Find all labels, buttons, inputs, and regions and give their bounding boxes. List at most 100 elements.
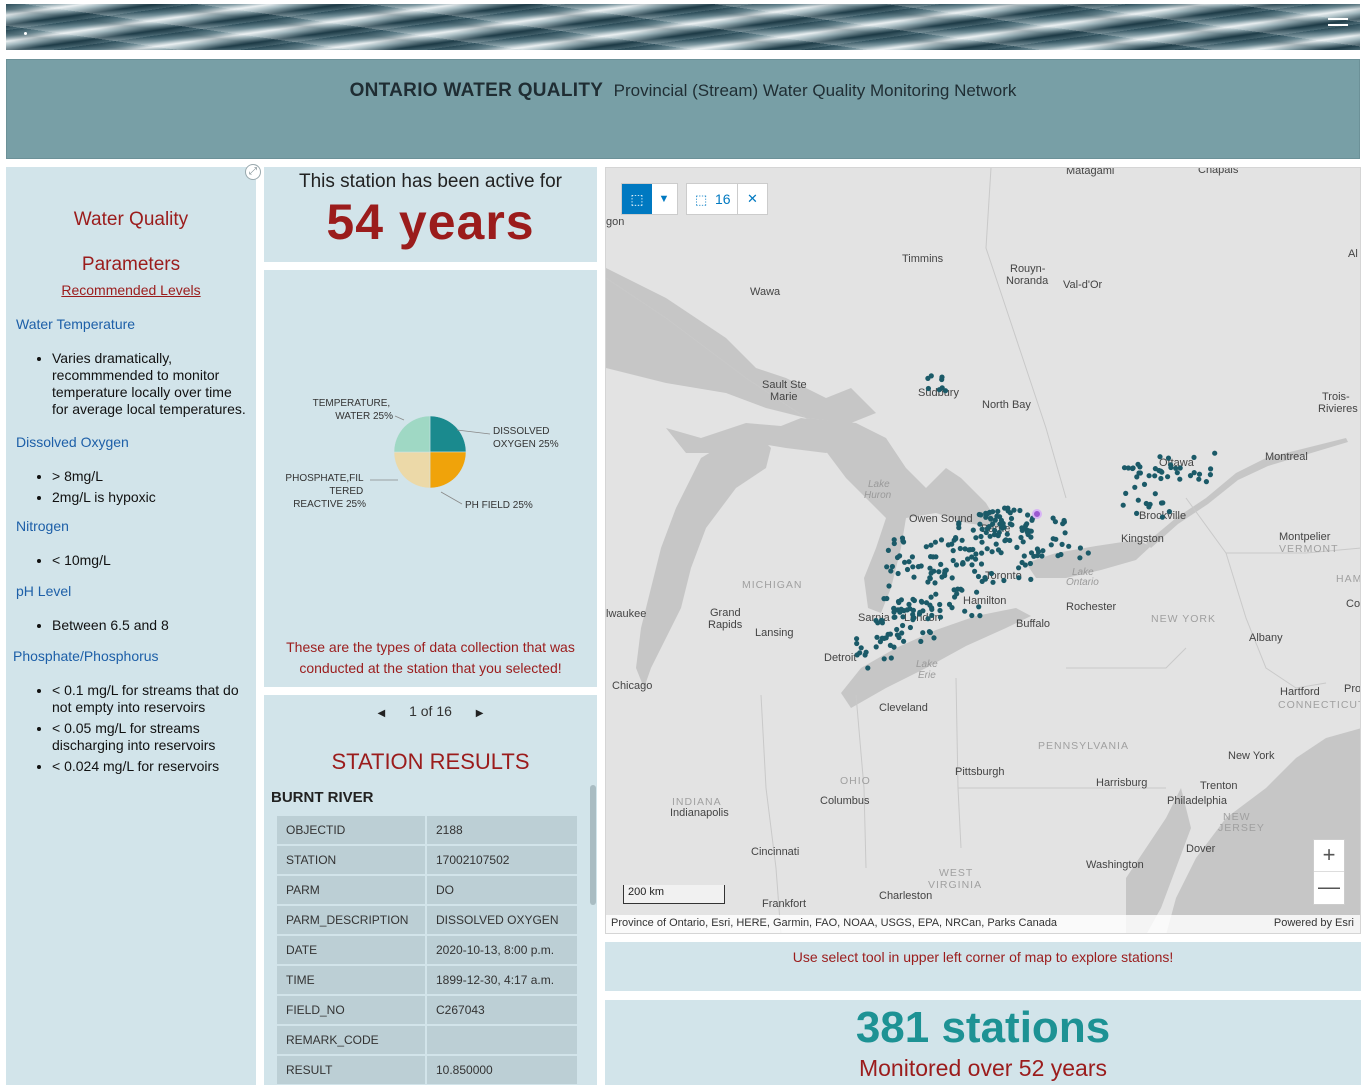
station-point[interactable]	[1059, 541, 1065, 547]
station-point[interactable]	[995, 547, 1002, 553]
station-point[interactable]	[956, 525, 962, 531]
station-point[interactable]	[1055, 553, 1061, 559]
menu-icon[interactable]	[1328, 18, 1348, 32]
station-point[interactable]	[909, 554, 915, 560]
station-point[interactable]	[854, 636, 860, 642]
station-point[interactable]	[985, 511, 991, 517]
station-point[interactable]	[904, 607, 910, 613]
station-point[interactable]	[1134, 510, 1140, 516]
prev-arrow-icon[interactable]: ◀	[377, 708, 385, 719]
station-point[interactable]	[894, 626, 900, 633]
station-point[interactable]	[983, 529, 989, 536]
station-point[interactable]	[970, 546, 976, 553]
station-point[interactable]	[1146, 473, 1152, 479]
expand-icon[interactable]: ⤢	[245, 164, 261, 180]
station-point[interactable]	[995, 533, 1001, 539]
close-icon[interactable]: ✕	[737, 184, 767, 214]
station-point[interactable]	[936, 569, 942, 575]
station-point[interactable]	[854, 640, 860, 647]
pie-slice[interactable]	[429, 451, 467, 489]
station-point[interactable]	[1014, 544, 1020, 550]
station-point[interactable]	[887, 631, 893, 637]
station-point[interactable]	[950, 557, 956, 564]
station-point[interactable]	[1165, 474, 1171, 480]
station-point[interactable]	[923, 544, 929, 550]
station-point[interactable]	[1212, 450, 1218, 456]
station-point[interactable]	[979, 539, 985, 545]
station-point[interactable]	[950, 548, 956, 554]
station-point[interactable]	[973, 535, 979, 541]
station-point[interactable]	[1022, 562, 1028, 568]
station-point[interactable]	[1009, 522, 1015, 528]
station-point[interactable]	[979, 526, 985, 532]
station-point[interactable]	[881, 656, 887, 662]
station-point[interactable]	[1203, 479, 1209, 485]
station-point[interactable]	[1123, 490, 1129, 496]
station-point[interactable]	[1157, 454, 1163, 460]
station-point[interactable]	[1207, 472, 1213, 478]
station-point[interactable]	[939, 374, 945, 380]
station-point[interactable]	[1011, 507, 1017, 513]
station-point[interactable]	[969, 554, 975, 560]
station-point[interactable]	[1135, 461, 1141, 467]
station-point[interactable]	[1002, 505, 1008, 511]
station-point[interactable]	[1191, 454, 1197, 460]
station-points[interactable]	[606, 168, 1361, 934]
station-point[interactable]	[1017, 507, 1023, 514]
chevron-down-icon[interactable]: ▼	[651, 184, 677, 214]
station-point[interactable]	[888, 568, 894, 574]
station-point[interactable]	[969, 562, 975, 568]
station-point[interactable]	[1165, 455, 1172, 461]
station-point[interactable]	[925, 616, 931, 622]
station-point[interactable]	[986, 524, 992, 530]
station-point[interactable]	[932, 580, 938, 586]
station-point[interactable]	[1050, 536, 1056, 542]
station-point[interactable]	[915, 564, 921, 570]
station-point[interactable]	[978, 561, 985, 567]
station-point[interactable]	[884, 564, 890, 570]
powered-by-esri[interactable]: Powered by Esri	[1274, 917, 1354, 929]
station-point[interactable]	[906, 559, 912, 565]
station-point[interactable]	[873, 644, 879, 650]
station-point[interactable]	[910, 596, 916, 602]
station-point[interactable]	[907, 624, 913, 631]
station-point[interactable]	[987, 533, 993, 539]
station-point[interactable]	[955, 586, 961, 592]
station-point[interactable]	[1034, 553, 1041, 559]
station-point[interactable]	[919, 599, 925, 605]
station-point[interactable]	[977, 521, 983, 527]
station-point[interactable]	[910, 564, 916, 570]
station-point[interactable]	[953, 535, 959, 541]
station-point[interactable]	[920, 630, 926, 636]
station-point[interactable]	[874, 634, 880, 640]
station-point[interactable]	[886, 583, 892, 589]
station-point[interactable]	[977, 613, 983, 619]
station-point[interactable]	[901, 638, 907, 644]
station-point[interactable]	[1028, 576, 1034, 582]
station-point[interactable]	[1152, 491, 1158, 497]
station-point[interactable]	[916, 611, 923, 617]
station-point[interactable]	[1196, 471, 1203, 477]
zoom-out-button[interactable]: —	[1314, 872, 1344, 904]
select-rectangle-icon[interactable]: ⬚	[622, 184, 652, 214]
station-point[interactable]	[989, 549, 995, 555]
station-point[interactable]	[878, 617, 885, 623]
pie-slice[interactable]	[393, 415, 431, 453]
station-point[interactable]	[888, 655, 894, 661]
station-point[interactable]	[1187, 473, 1194, 479]
station-point[interactable]	[1016, 575, 1022, 581]
station-point[interactable]	[1152, 473, 1158, 479]
station-point[interactable]	[1025, 512, 1031, 518]
station-point[interactable]	[1003, 537, 1009, 543]
station-point[interactable]	[918, 638, 924, 644]
station-point[interactable]	[1159, 514, 1165, 520]
zoom-in-button[interactable]: +	[1314, 840, 1344, 872]
station-point[interactable]	[933, 591, 939, 597]
station-point[interactable]	[930, 554, 936, 560]
station-point[interactable]	[927, 629, 933, 636]
station-point[interactable]	[891, 540, 897, 547]
recommended-levels-link[interactable]: Recommended Levels	[16, 282, 246, 298]
station-point[interactable]	[1004, 531, 1010, 537]
station-point[interactable]	[992, 517, 998, 523]
station-point[interactable]	[945, 542, 951, 548]
